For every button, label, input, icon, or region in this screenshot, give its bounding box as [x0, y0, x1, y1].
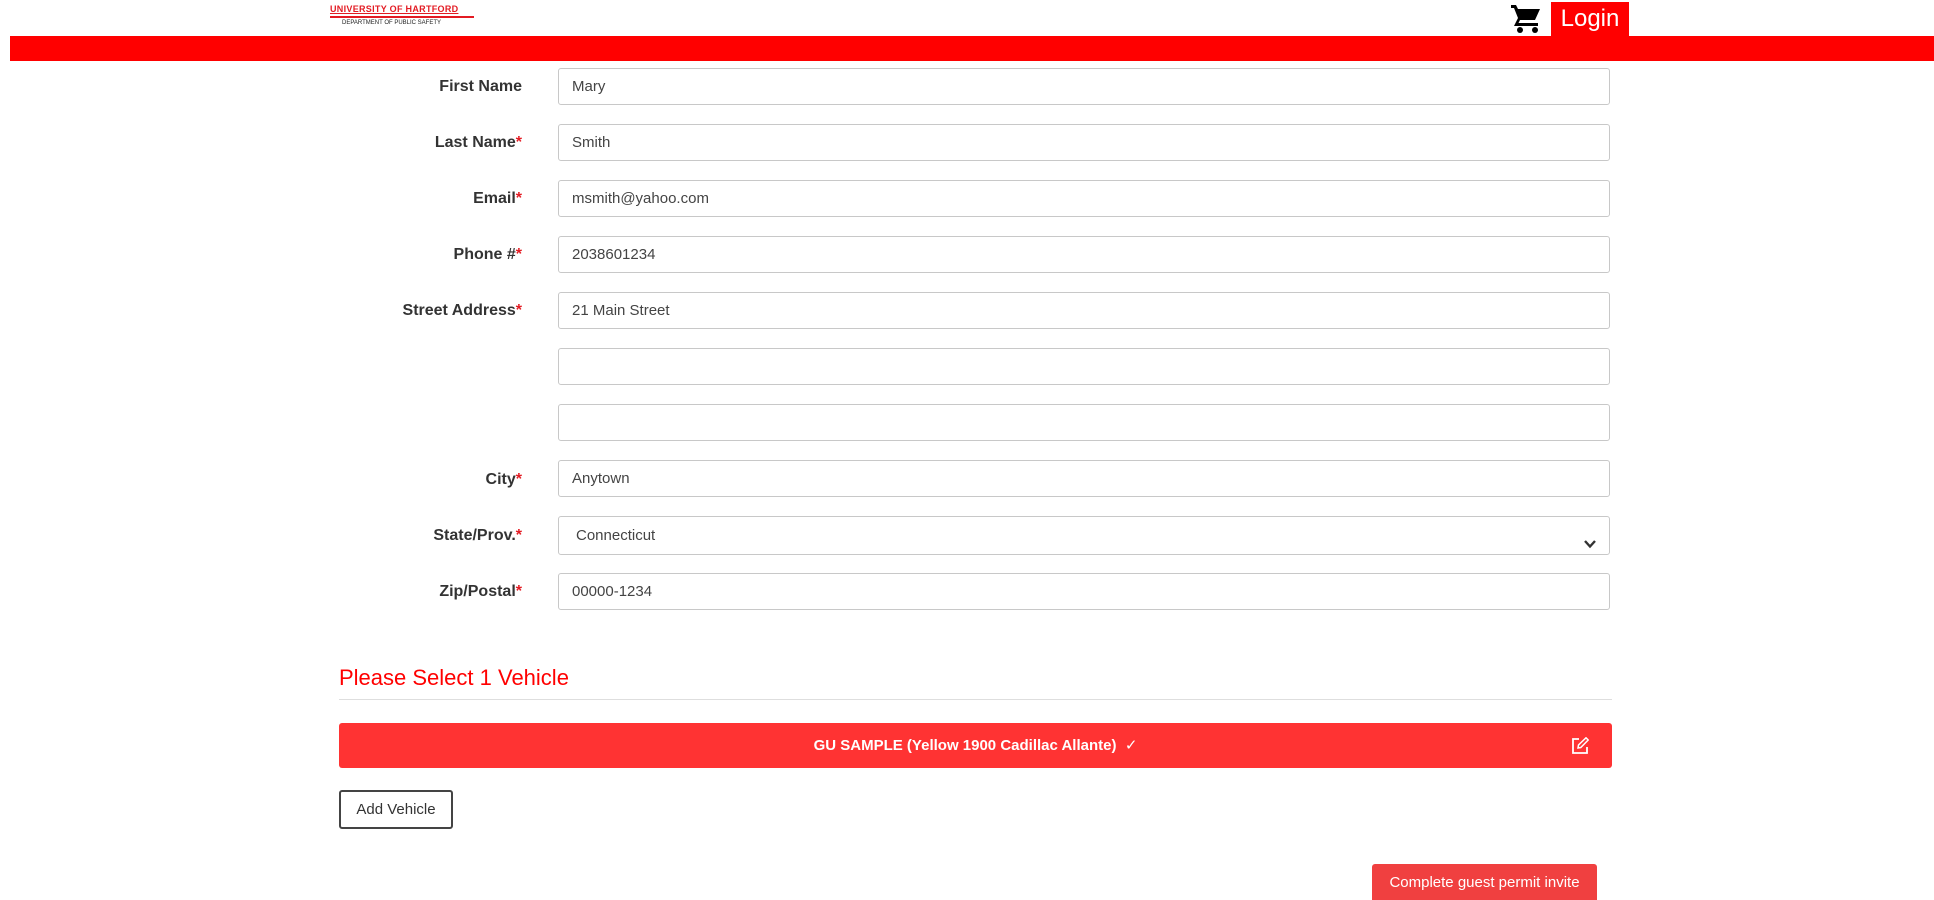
selected-vehicle-text: GU SAMPLE (Yellow 1900 Cadillac Allante)… — [339, 723, 1612, 768]
state-select-value: Connecticut — [576, 527, 656, 544]
state-select[interactable]: Connecticut — [558, 516, 1610, 555]
required-marker: * — [515, 471, 522, 488]
phone-label: Phone #* — [340, 246, 522, 264]
selected-vehicle-name: GU SAMPLE (Yellow 1900 Cadillac Allante) — [813, 737, 1117, 754]
required-marker: * — [515, 527, 522, 544]
zip-label: Zip/Postal* — [340, 583, 522, 601]
last-name-input[interactable] — [558, 124, 1610, 161]
section-divider — [339, 699, 1612, 700]
email-label: Email* — [340, 190, 522, 208]
checkmark-icon: ✓ — [1124, 737, 1138, 754]
required-marker: * — [515, 190, 522, 207]
add-vehicle-button[interactable]: Add Vehicle — [339, 790, 453, 829]
phone-input[interactable] — [558, 236, 1610, 273]
login-button[interactable]: Login — [1551, 2, 1629, 36]
required-marker: * — [515, 246, 522, 263]
street-address-label: Street Address* — [340, 302, 522, 320]
city-label-text: City — [485, 471, 516, 488]
required-marker: * — [515, 583, 522, 600]
state-label: State/Prov.* — [340, 527, 522, 545]
phone-label-text: Phone # — [453, 246, 516, 263]
university-logo[interactable]: UNIVERSITY OF HARTFORD DEPARTMENT OF PUB… — [330, 4, 474, 28]
logo-title: UNIVERSITY OF HARTFORD — [330, 4, 459, 14]
zip-input[interactable] — [558, 573, 1610, 610]
city-input[interactable] — [558, 460, 1610, 497]
logo-subtitle: DEPARTMENT OF PUBLIC SAFETY — [342, 20, 442, 26]
city-label: City* — [340, 471, 522, 489]
logo-rule — [330, 16, 474, 18]
email-input[interactable] — [558, 180, 1610, 217]
street-address-line3-input[interactable] — [558, 404, 1610, 441]
required-marker: * — [515, 134, 522, 151]
zip-label-text: Zip/Postal — [439, 583, 516, 600]
last-name-label-text: Last Name — [434, 134, 516, 151]
edit-icon[interactable] — [1571, 736, 1590, 755]
email-label-text: Email — [473, 190, 516, 207]
last-name-label: Last Name* — [340, 134, 522, 152]
first-name-input[interactable] — [558, 68, 1610, 105]
first-name-label-text: First Name — [439, 78, 522, 95]
chevron-down-icon — [1583, 528, 1597, 549]
complete-guest-permit-button[interactable]: Complete guest permit invite — [1372, 864, 1597, 900]
state-label-text: State/Prov. — [433, 527, 516, 544]
selected-vehicle-bar[interactable]: GU SAMPLE (Yellow 1900 Cadillac Allante)… — [339, 723, 1612, 768]
street-address-input[interactable] — [558, 292, 1610, 329]
street-address-label-text: Street Address — [402, 302, 516, 319]
first-name-label: First Name — [340, 78, 522, 96]
required-marker: * — [515, 302, 522, 319]
red-banner — [10, 36, 1934, 61]
street-address-line2-input[interactable] — [558, 348, 1610, 385]
shopping-cart-icon[interactable] — [1509, 2, 1543, 34]
top-bar: UNIVERSITY OF HARTFORD DEPARTMENT OF PUB… — [0, 0, 1934, 36]
vehicle-section-title: Please Select 1 Vehicle — [339, 665, 569, 690]
